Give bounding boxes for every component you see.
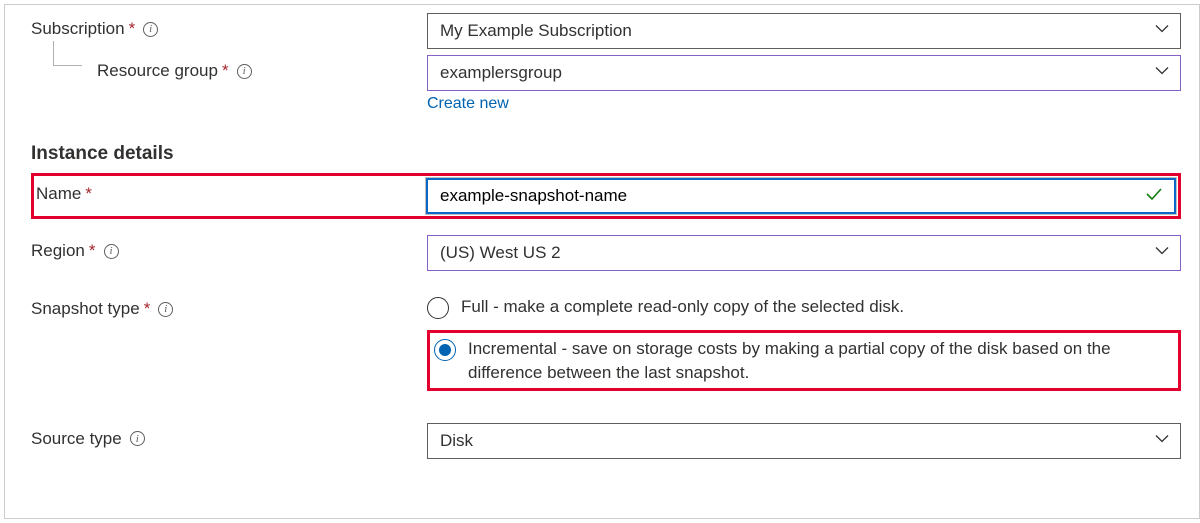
required-asterisk: *	[85, 184, 92, 204]
region-value: (US) West US 2	[440, 243, 561, 263]
checkmark-icon	[1144, 184, 1164, 209]
snapshot-type-radio-group: Full - make a complete read-only copy of…	[427, 295, 1181, 391]
info-icon[interactable]: i	[130, 431, 145, 446]
chevron-down-icon	[1154, 21, 1170, 42]
region-dropdown[interactable]: (US) West US 2	[427, 235, 1181, 271]
resource-group-value: examplersgroup	[440, 63, 562, 83]
chevron-down-icon	[1154, 243, 1170, 264]
chevron-down-icon	[1154, 430, 1170, 451]
snapshot-type-incremental-label: Incremental - save on storage costs by m…	[468, 337, 1174, 386]
name-label: Name	[36, 184, 81, 204]
radio-checked-icon[interactable]	[434, 339, 456, 361]
source-type-label: Source type	[31, 429, 122, 449]
required-asterisk: *	[129, 19, 136, 39]
required-asterisk: *	[222, 61, 229, 81]
name-row-highlight: Name *	[31, 173, 1181, 219]
snapshot-type-full-label: Full - make a complete read-only copy of…	[461, 295, 1181, 320]
snapshot-type-full-option[interactable]: Full - make a complete read-only copy of…	[427, 295, 1181, 320]
source-type-dropdown[interactable]: Disk	[427, 423, 1181, 459]
info-icon[interactable]: i	[143, 22, 158, 37]
snapshot-type-incremental-highlight: Incremental - save on storage costs by m…	[427, 330, 1181, 391]
info-icon[interactable]: i	[158, 302, 173, 317]
info-icon[interactable]: i	[237, 64, 252, 79]
name-input-wrapper[interactable]	[426, 178, 1176, 214]
snapshot-type-label: Snapshot type	[31, 299, 140, 319]
chevron-down-icon	[1154, 63, 1170, 84]
instance-details-heading: Instance details	[31, 143, 1181, 165]
required-asterisk: *	[89, 241, 96, 261]
subscription-label: Subscription	[31, 19, 125, 39]
subscription-value: My Example Subscription	[440, 21, 632, 41]
region-label: Region	[31, 241, 85, 261]
info-icon[interactable]: i	[104, 244, 119, 259]
create-new-link[interactable]: Create new	[427, 95, 509, 113]
snapshot-type-incremental-option[interactable]: Incremental - save on storage costs by m…	[434, 337, 1174, 386]
resource-group-dropdown[interactable]: examplersgroup	[427, 55, 1181, 91]
source-type-value: Disk	[440, 431, 473, 451]
resource-group-label: Resource group	[97, 61, 218, 81]
radio-unchecked-icon[interactable]	[427, 297, 449, 319]
subscription-dropdown[interactable]: My Example Subscription	[427, 13, 1181, 49]
name-input[interactable]	[440, 186, 1138, 206]
required-asterisk: *	[144, 299, 151, 319]
